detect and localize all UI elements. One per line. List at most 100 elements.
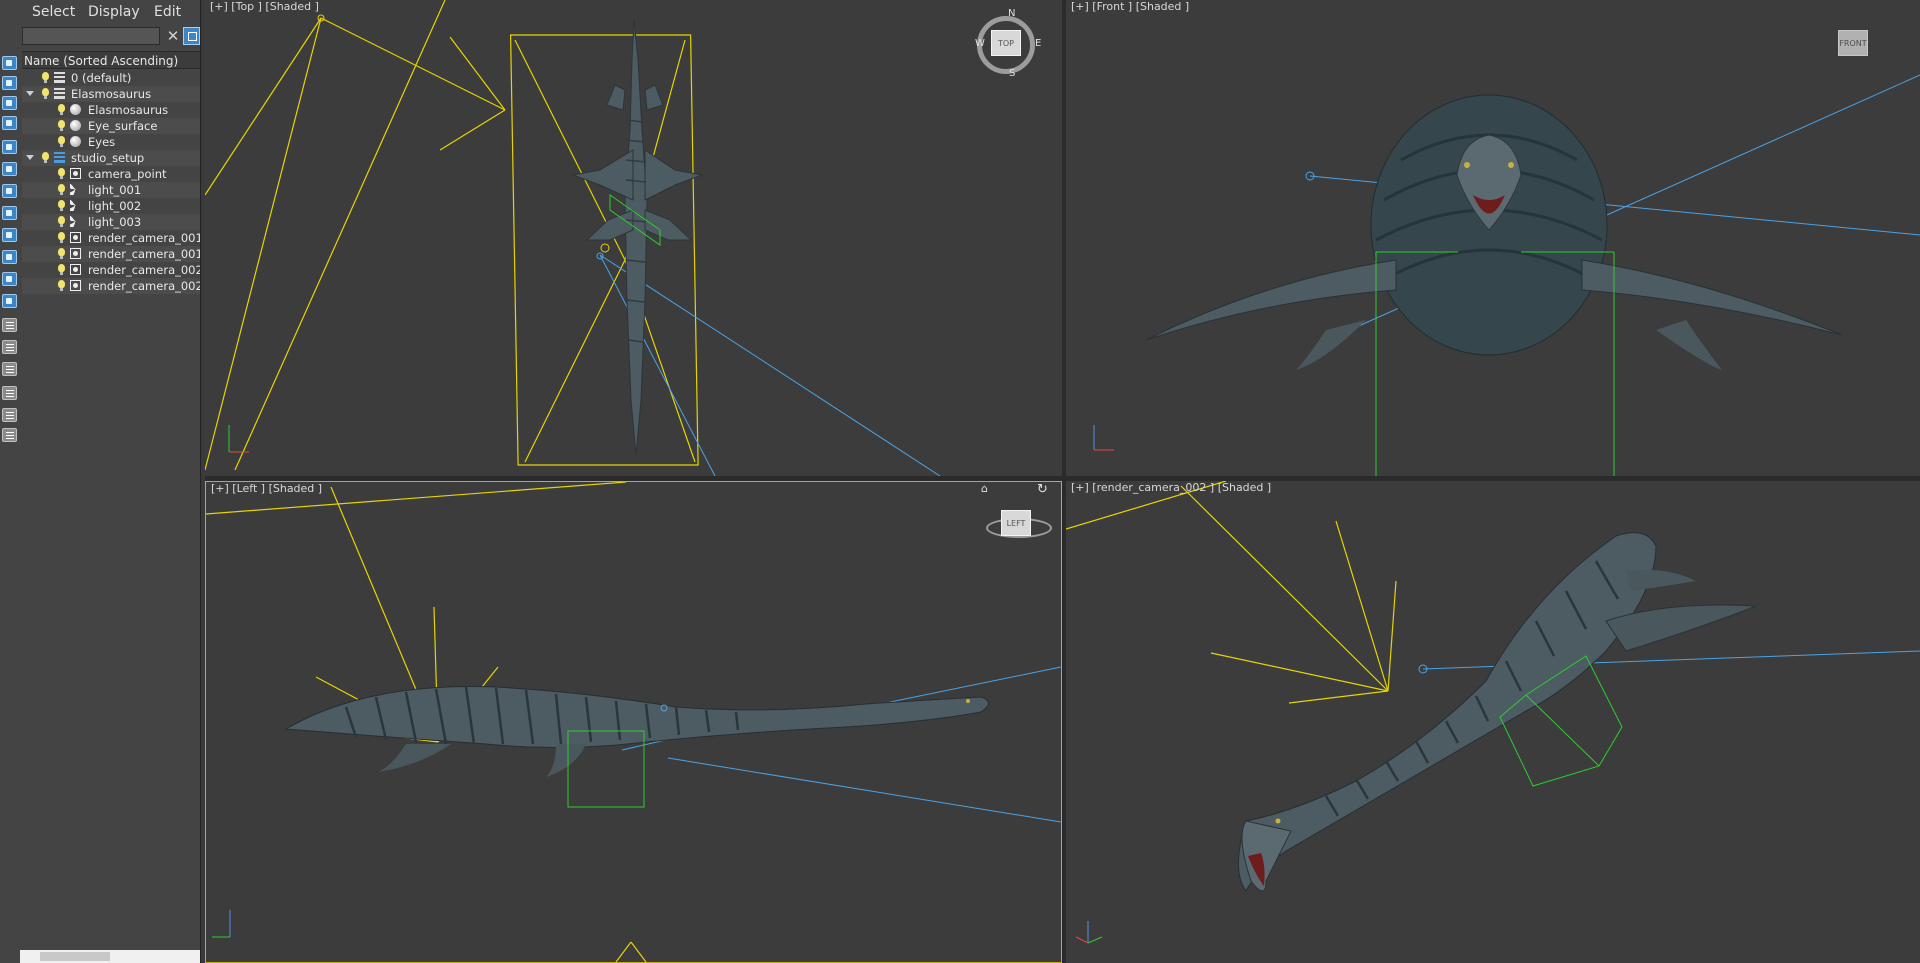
camera-icon	[70, 232, 81, 243]
clear-search-icon[interactable]: ✕	[166, 28, 180, 44]
column-header-name[interactable]: Name (Sorted Ascending)	[22, 51, 200, 69]
tree-row-render-camera-001-target[interactable]: render_camera_001.	[22, 246, 200, 262]
visibility-bulb-icon[interactable]	[58, 216, 65, 227]
tree-row-light-002[interactable]: light_002	[22, 198, 200, 214]
viewcube-front[interactable]: FRONT	[1838, 30, 1868, 56]
tree-row-label: render_camera_002.	[88, 279, 200, 293]
filter-funnel-icon[interactable]	[2, 386, 17, 400]
tree-row-label: render_camera_002	[88, 263, 200, 277]
spot-light-icon	[70, 184, 81, 195]
layer-manager-icon[interactable]	[2, 428, 17, 442]
tree-row-elasmosaurus-layer[interactable]: Elasmosaurus	[22, 86, 200, 102]
tree-row-eye-surface[interactable]: Eye_surface	[22, 118, 200, 134]
display-containers-icon[interactable]	[2, 228, 17, 242]
menu-display[interactable]: Display	[88, 4, 140, 20]
find-toggle-icon[interactable]	[183, 27, 200, 45]
expand-arrow-icon[interactable]	[26, 155, 34, 160]
tree-row-render-camera-002-target[interactable]: render_camera_002.	[22, 278, 200, 294]
visibility-bulb-icon[interactable]	[58, 168, 65, 179]
camera-target-icon	[70, 248, 81, 259]
tree-row-eyes[interactable]: Eyes	[22, 134, 200, 150]
camera-target-icon	[70, 280, 81, 291]
scene-explorer: Select Display Edit ✕ Name (Sorted Ascen…	[20, 0, 201, 963]
layer-icon	[54, 88, 65, 99]
viewport-top[interactable]: [+] [Top ] [Shaded ] TOP N S E W	[205, 0, 1062, 476]
tree-row-camera-point[interactable]: camera_point	[22, 166, 200, 182]
display-geometry-icon[interactable]	[2, 76, 17, 90]
visibility-bulb-icon[interactable]	[42, 88, 49, 99]
select-all-icon[interactable]	[2, 318, 17, 332]
tree-row-label: render_camera_001.	[88, 247, 200, 261]
tree-row-label: Eyes	[88, 135, 116, 149]
tree-row-label: light_002	[88, 199, 142, 213]
viewport-label-front[interactable]: [+] [Front ] [Shaded ]	[1071, 0, 1189, 13]
visibility-bulb-icon[interactable]	[58, 104, 65, 115]
viewport-label-top[interactable]: [+] [Top ] [Shaded ]	[210, 0, 319, 13]
select-none-icon[interactable]	[2, 340, 17, 354]
visibility-bulb-icon[interactable]	[58, 232, 65, 243]
visibility-bulb-icon[interactable]	[58, 248, 65, 259]
home-icon[interactable]: ⌂	[981, 482, 988, 495]
visibility-bulb-icon[interactable]	[58, 280, 65, 291]
tree-row-default-layer[interactable]: 0 (default)	[22, 70, 200, 86]
viewport-front[interactable]: [+] [Front ] [Shaded ] FRONT	[1066, 0, 1920, 476]
viewport-label-left[interactable]: [+] [Left ] [Shaded ]	[211, 482, 322, 495]
display-xrefs-icon[interactable]	[2, 250, 17, 264]
select-invert-icon[interactable]	[2, 362, 17, 376]
geometry-sphere-icon	[70, 120, 81, 131]
display-bones-icon[interactable]	[2, 206, 17, 220]
compass-east-label: E	[1035, 38, 1042, 49]
visibility-bulb-icon[interactable]	[42, 72, 49, 83]
explorer-toolbar	[0, 0, 21, 963]
tree-row-label: studio_setup	[71, 151, 145, 165]
viewcube-left[interactable]: LEFT	[1001, 510, 1031, 536]
display-shapes-icon[interactable]	[2, 96, 17, 110]
viewport-label-camera[interactable]: [+] [render_camera_002 ] [Shaded ]	[1071, 481, 1271, 494]
top-view-scene	[205, 0, 941, 476]
display-cameras-icon[interactable]	[2, 140, 17, 154]
display-groups-icon[interactable]	[2, 272, 17, 286]
visibility-bulb-icon[interactable]	[58, 120, 65, 131]
tree-row-studio-setup-layer[interactable]: studio_setup	[22, 150, 200, 166]
tree-row-label: light_003	[88, 215, 142, 229]
tree-row-label: Elasmosaurus	[88, 103, 169, 117]
display-layers-icon[interactable]	[2, 184, 17, 198]
scrollbar-thumb[interactable]	[40, 952, 110, 961]
spot-light-icon	[70, 200, 81, 211]
expand-arrow-icon[interactable]	[26, 91, 34, 96]
visibility-bulb-icon[interactable]	[58, 200, 65, 211]
orbit-arrow-icon[interactable]: ↻	[1037, 482, 1048, 497]
layer-icon	[54, 72, 65, 83]
display-frozen-icon[interactable]	[2, 294, 17, 308]
explorer-menu-bar: Select Display Edit	[20, 0, 200, 26]
geometry-sphere-icon	[70, 136, 81, 147]
tree-row-label: Eye_surface	[88, 119, 158, 133]
visibility-bulb-icon[interactable]	[58, 264, 65, 275]
tree-row-render-camera-002[interactable]: render_camera_002	[22, 262, 200, 278]
filter-settings-icon[interactable]	[2, 408, 17, 422]
visibility-bulb-icon[interactable]	[58, 184, 65, 195]
compass-south-label: S	[1009, 68, 1016, 79]
menu-edit[interactable]: Edit	[154, 4, 181, 20]
tree-row-label: light_001	[88, 183, 142, 197]
visibility-bulb-icon[interactable]	[42, 152, 49, 163]
tree-row-render-camera-001[interactable]: render_camera_001	[22, 230, 200, 246]
active-layer-icon	[54, 152, 65, 163]
compass-west-label: W	[975, 38, 985, 49]
viewport-render-camera[interactable]: [+] [render_camera_002 ] [Shaded ]	[1066, 481, 1920, 963]
viewport-left-active[interactable]: [+] [Left ] [Shaded ] LEFT ⌂ ↻	[205, 481, 1062, 963]
sort-by-name-icon[interactable]	[2, 56, 17, 70]
tree-row-light-003[interactable]: light_003	[22, 214, 200, 230]
search-input[interactable]	[22, 27, 160, 45]
display-helpers-icon[interactable]	[2, 162, 17, 176]
tree-row-light-001[interactable]: light_001	[22, 182, 200, 198]
tree-row-elasmosaurus-mesh[interactable]: Elasmosaurus	[22, 102, 200, 118]
horizontal-scrollbar[interactable]	[20, 950, 200, 963]
viewcube-top[interactable]: TOP	[991, 30, 1021, 56]
camera-view-scene	[1066, 481, 1920, 944]
geometry-sphere-icon	[70, 104, 81, 115]
menu-select[interactable]: Select	[32, 4, 75, 20]
visibility-bulb-icon[interactable]	[58, 136, 65, 147]
spot-light-icon	[70, 216, 81, 227]
display-lights-icon[interactable]	[2, 116, 17, 130]
